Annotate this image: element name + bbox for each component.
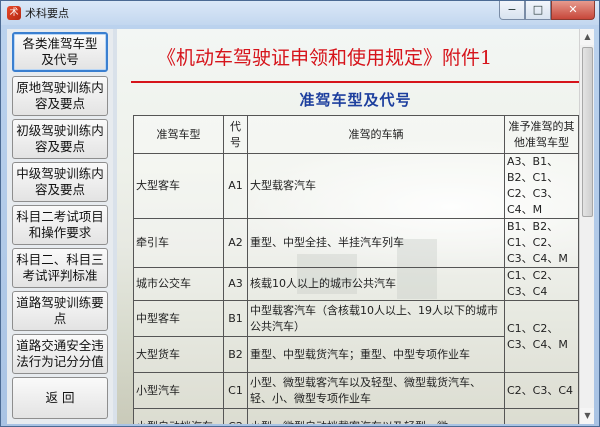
back-button[interactable]: 返 回	[12, 377, 108, 419]
sidebar: 各类准驾车型及代号 原地驾驶训练内容及要点 初级驾驶训练内容及要点 中级驾驶训练…	[7, 29, 113, 424]
table-row: 小型汽车 C1 小型、微型载客汽车以及轻型、微型载货汽车、轻、小、微型专项作业车…	[133, 372, 579, 409]
nav-subject2-items-button[interactable]: 科目二考试项目和操作要求	[12, 205, 108, 245]
cell-type: 小型汽车	[133, 372, 224, 409]
section-title: 准驾车型及代号	[299, 91, 412, 109]
vehicle-types-table: 准驾车型 代号 准驾的车辆 准予准驾的其他准驾车型 大型客车 A1 大型载客汽车…	[133, 115, 579, 424]
cell-code: B1	[223, 300, 248, 337]
header-code: 代号	[223, 115, 248, 154]
cell-other: C2、C3、C4	[504, 372, 579, 409]
scroll-up-arrow-icon[interactable]: ▲	[580, 29, 594, 45]
nav-evaluation-standard-button[interactable]: 科目二、科目三考试评判标准	[12, 248, 108, 288]
cell-vehicle: 中型载客汽车（含核载10人以上、19人以下的城市公共汽车）	[247, 300, 505, 337]
minimize-button[interactable]: −	[499, 1, 525, 20]
nav-violation-points-button[interactable]: 道路交通安全违法行为记分分值	[12, 334, 108, 374]
header-vehicles: 准驾的车辆	[247, 115, 505, 154]
cell-other: B1、B2、C1、C2、C3、C4、M	[504, 218, 579, 268]
title-bar[interactable]: 术 术科要点 − □ ✕	[1, 1, 599, 25]
scroll-down-arrow-icon[interactable]: ▼	[580, 408, 594, 424]
cell-vehicle: 大型载客汽车	[247, 153, 505, 219]
cell-type: 小型自动挡汽车	[133, 408, 224, 424]
content-panel: 《机动车驾驶证申领和使用规定》附件1 准驾车型及代号 准驾车型 代号 准驾的车辆…	[117, 29, 594, 424]
title-divider	[131, 81, 586, 83]
cell-type: 中型客车	[133, 300, 224, 337]
table-row: 城市公交车 A3 核载10人以上的城市公共汽车 C1、C2、C3、C4	[133, 267, 579, 301]
header-vehicle-type: 准驾车型	[133, 115, 224, 154]
cell-other: C1、C2、C3、C4、M	[504, 300, 579, 373]
scrollbar-thumb[interactable]	[582, 47, 593, 217]
vertical-scrollbar[interactable]: ▲ ▼	[579, 29, 594, 424]
table-row: 小型自动挡汽车 C2 小型、微型自动挡载客汽车以及轻型、微	[133, 408, 579, 424]
cell-code: A2	[223, 218, 248, 268]
cell-vehicle: 核载10人以上的城市公共汽车	[247, 267, 505, 301]
window-title: 术科要点	[25, 7, 69, 20]
table-row: 牵引车 A2 重型、中型全挂、半挂汽车列车 B1、B2、C1、C2、C3、C4、…	[133, 218, 579, 268]
cell-other	[504, 408, 579, 424]
cell-vehicle: 小型、微型自动挡载客汽车以及轻型、微	[247, 408, 505, 424]
cell-code: C1	[223, 372, 248, 409]
document-title: 《机动车驾驶证申领和使用规定》附件1	[157, 47, 493, 69]
window-controls: − □ ✕	[499, 1, 595, 21]
cell-type: 牵引车	[133, 218, 224, 268]
app-icon: 术	[7, 6, 21, 20]
table-row: 中型客车 B1 中型载客汽车（含核载10人以上、19人以下的城市公共汽车） C1…	[133, 300, 579, 373]
cell-type: 大型货车	[133, 336, 224, 373]
app-window: 术 术科要点 − □ ✕ 各类准驾车型及代号 原地驾驶训练内容及要点 初级驾驶训…	[0, 0, 600, 427]
cell-vehicle: 重型、中型载货汽车；重型、中型专项作业车	[247, 336, 505, 373]
cell-other: C1、C2、C3、C4	[504, 267, 579, 301]
nav-road-training-button[interactable]: 道路驾驶训练要点	[12, 291, 108, 331]
maximize-button[interactable]: □	[525, 1, 551, 20]
cell-type: 大型客车	[133, 153, 224, 219]
cell-code: C2	[223, 408, 248, 424]
cell-vehicle: 小型、微型载客汽车以及轻型、微型载货汽车、轻、小、微型专项作业车	[247, 372, 505, 409]
client-area: 各类准驾车型及代号 原地驾驶训练内容及要点 初级驾驶训练内容及要点 中级驾驶训练…	[7, 29, 594, 424]
table-header-row: 准驾车型 代号 准驾的车辆 准予准驾的其他准驾车型	[133, 115, 579, 154]
nav-stationary-training-button[interactable]: 原地驾驶训练内容及要点	[12, 76, 108, 116]
cell-type: 城市公交车	[133, 267, 224, 301]
cell-other: A3、B1、B2、C1、C2、C3、C4、M	[504, 153, 579, 219]
nav-vehicle-types-button[interactable]: 各类准驾车型及代号	[12, 32, 108, 72]
cell-vehicle: 重型、中型全挂、半挂汽车列车	[247, 218, 505, 268]
header-other-types: 准予准驾的其他准驾车型	[504, 115, 579, 154]
nav-intermediate-training-button[interactable]: 中级驾驶训练内容及要点	[12, 162, 108, 202]
close-button[interactable]: ✕	[551, 1, 595, 20]
cell-code: A1	[223, 153, 248, 219]
table-row: 大型客车 A1 大型载客汽车 A3、B1、B2、C1、C2、C3、C4、M	[133, 153, 579, 219]
cell-code: B2	[223, 336, 248, 373]
cell-code: A3	[223, 267, 248, 301]
nav-basic-training-button[interactable]: 初级驾驶训练内容及要点	[12, 119, 108, 159]
